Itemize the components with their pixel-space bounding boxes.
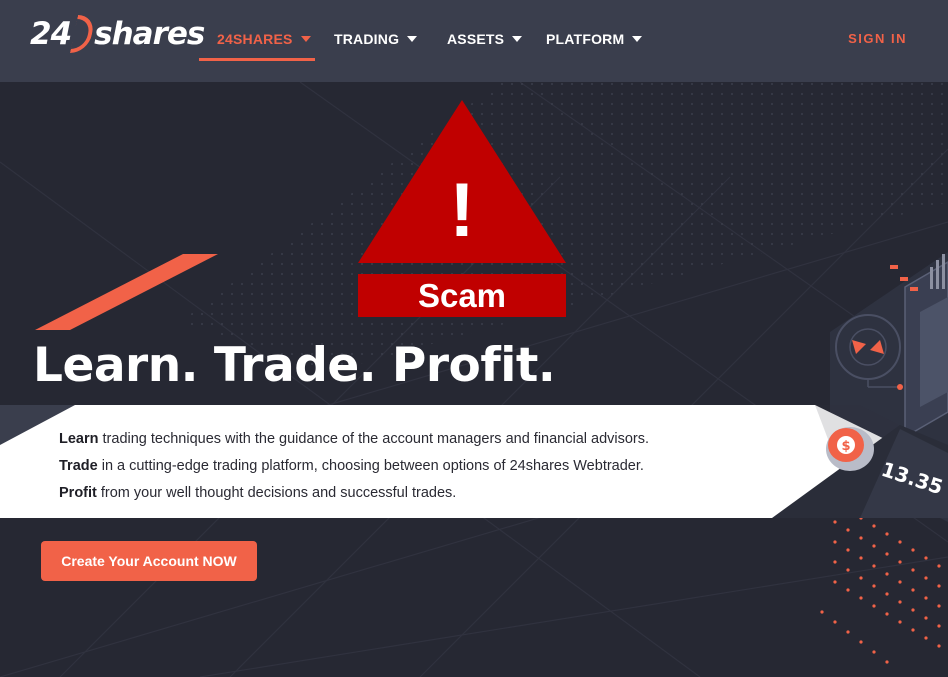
trade-keyword: Trade [59, 458, 98, 474]
logo-number: 24 [30, 16, 72, 52]
brand-logo[interactable]: 24 shares [30, 15, 205, 53]
nav-label: 24SHARES [217, 31, 293, 47]
chevron-down-icon [632, 36, 643, 42]
nav-item-24shares[interactable]: 24SHARES [217, 28, 311, 50]
warning-exclamation: ! [449, 168, 474, 253]
learn-keyword: Learn [59, 431, 99, 447]
sign-in-link[interactable]: SIGN IN [848, 31, 907, 46]
nav-label: TRADING [334, 31, 400, 47]
hero-title: Learn. Trade. Profit. [33, 338, 556, 393]
chevron-down-icon [407, 36, 418, 42]
scam-label: Scam [358, 274, 566, 317]
create-account-button[interactable]: Create Your Account NOW [41, 541, 257, 581]
learn-text: trading techniques with the guidance of … [98, 431, 650, 447]
logo-word: shares [94, 16, 205, 52]
logo-mark-icon [70, 15, 97, 53]
trade-text: in a cutting-edge trading platform, choo… [97, 458, 644, 474]
profit-text: from your well thought decisions and suc… [96, 485, 457, 501]
nav-item-platform[interactable]: PLATFORM [546, 28, 643, 50]
nav-label: ASSETS [447, 31, 505, 47]
warning-triangle-icon: ! [358, 100, 566, 263]
nav-item-trading[interactable]: TRADING [334, 28, 418, 50]
top-nav: 24 shares 24SHARES TRADING ASSETS PLATFO… [0, 0, 948, 82]
learn-line: Learn trading techniques with the guidan… [59, 431, 649, 447]
dollar-symbol: $ [841, 439, 850, 454]
nav-label: PLATFORM [546, 31, 625, 47]
chevron-down-icon [300, 36, 311, 42]
nav-item-assets[interactable]: ASSETS [447, 28, 523, 50]
profit-keyword: Profit [59, 485, 97, 501]
active-nav-indicator [199, 58, 315, 61]
dollar-coin-icon: $ [826, 427, 874, 471]
chevron-down-icon [512, 36, 523, 42]
trade-line: Trade in a cutting-edge trading platform… [59, 458, 644, 474]
profit-line: Profit from your well thought decisions … [59, 485, 456, 501]
